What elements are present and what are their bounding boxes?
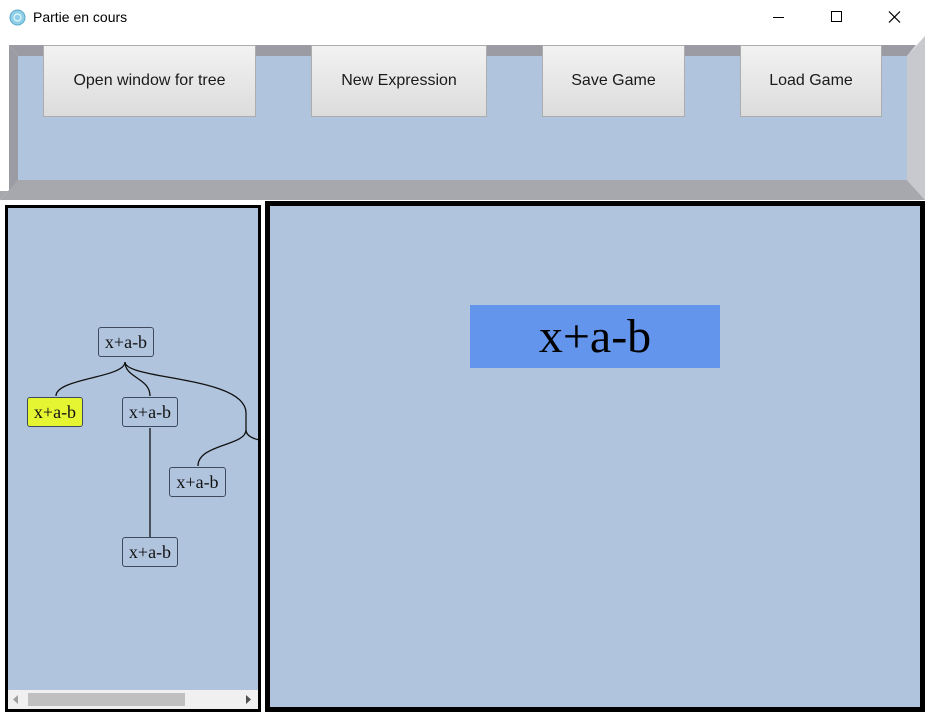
tree-node-label: x+a-b <box>104 331 148 352</box>
minimize-button[interactable] <box>750 0 808 34</box>
maximize-button[interactable] <box>808 0 866 34</box>
scrollbar-thumb[interactable] <box>28 693 185 706</box>
window-title: Partie en cours <box>33 9 128 25</box>
app-logo-icon <box>9 9 26 26</box>
horizontal-scrollbar[interactable] <box>8 690 258 709</box>
save-game-button[interactable]: Save Game <box>542 45 685 117</box>
close-icon <box>888 11 901 23</box>
maximize-icon <box>831 11 842 22</box>
close-button[interactable] <box>866 0 924 34</box>
expression-panel: x+a-b <box>265 201 925 712</box>
tree-node-label: x+a-b <box>33 401 77 422</box>
tree-node[interactable]: x+a-b <box>98 327 154 357</box>
tree-node-label: x+a-b <box>176 471 219 492</box>
minimize-icon <box>773 17 784 18</box>
tree-node-selected[interactable]: x+a-b <box>27 397 83 427</box>
tree-edges <box>55 361 258 537</box>
tree-node[interactable]: x+a-b <box>169 467 226 497</box>
scroll-left-arrow-icon[interactable] <box>12 694 20 705</box>
current-expression[interactable]: x+a-b <box>470 305 720 368</box>
tree-node[interactable]: x+a-b <box>122 537 178 567</box>
tree-node[interactable]: x+a-b <box>122 397 178 427</box>
open-tree-window-button[interactable]: Open window for tree <box>43 45 256 117</box>
tree-node-label: x+a-b <box>128 541 172 562</box>
scroll-right-arrow-icon[interactable] <box>244 694 252 705</box>
new-expression-button[interactable]: New Expression <box>311 45 487 117</box>
tree-panel[interactable]: x+a-b x+a-b x+a-b x+a-b x+a-b <box>5 205 261 712</box>
tree-node-label: x+a-b <box>128 401 172 422</box>
load-game-button[interactable]: Load Game <box>740 45 882 117</box>
title-bar: Partie en cours <box>0 0 925 36</box>
